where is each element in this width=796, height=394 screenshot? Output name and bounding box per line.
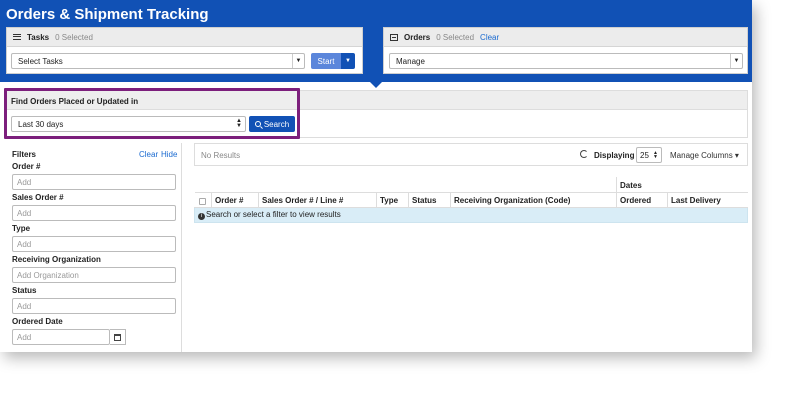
chevron-updown-icon: ▲ ▼: [653, 150, 658, 160]
orders-panel: Orders 0 Selected Clear Manage ▼: [383, 27, 748, 74]
displaying-label: Displaying: [594, 151, 635, 160]
chevron-down-icon: ▼: [292, 54, 304, 68]
empty-results-message: Search or select a filter to view result…: [206, 209, 341, 219]
filter-label-sales-order: Sales Order #: [12, 193, 64, 202]
receiving-organization-field[interactable]: Add Organization: [12, 267, 176, 283]
filters-hide-link[interactable]: Hide: [161, 150, 177, 159]
filter-label-status: Status: [12, 286, 37, 295]
dates-group-header: Dates: [616, 177, 748, 193]
app-window: Orders & Shipment Tracking Tasks 0 Selec…: [0, 0, 752, 352]
start-dropdown-button[interactable]: ▼: [341, 53, 355, 69]
column-header[interactable]: Receiving Organization (Code): [450, 192, 617, 208]
results-toolbar: No Results Displaying 25 ▲ ▼ Manage Colum…: [194, 143, 748, 166]
column-header[interactable]: Type: [376, 192, 409, 208]
manage-columns-button[interactable]: Manage Columns ▾: [670, 151, 739, 160]
panel-pointer: [370, 82, 382, 88]
filter-label-ordered-date: Ordered Date: [12, 317, 63, 326]
list-icon: [390, 33, 398, 41]
table-header-row: Order # Sales Order # / Line # Type Stat…: [194, 192, 748, 208]
column-header[interactable]: Ordered: [616, 192, 668, 208]
ordered-date-field[interactable]: Add: [12, 329, 110, 345]
start-button[interactable]: Start: [311, 53, 341, 69]
column-header[interactable]: Order #: [211, 192, 259, 208]
menu-icon: [13, 34, 21, 40]
sales-order-field[interactable]: Add: [12, 205, 176, 221]
results-status: No Results: [201, 151, 241, 160]
tasks-title: Tasks: [27, 32, 50, 42]
calendar-icon: [114, 333, 121, 341]
select-all-checkbox[interactable]: [199, 197, 207, 205]
status-field[interactable]: Add: [12, 298, 176, 314]
column-header[interactable]: Sales Order # / Line #: [258, 192, 377, 208]
results-table: Dates Order # Sales Order # / Line # Typ…: [194, 177, 748, 223]
highlight-box: [4, 88, 300, 139]
orders-title: Orders: [404, 32, 431, 42]
empty-results-row: i Search or select a filter to view resul…: [194, 206, 748, 223]
filters-panel: Filters Clear Hide Order # Add Sales Ord…: [6, 143, 182, 352]
tasks-select[interactable]: Select Tasks ▼: [11, 53, 305, 69]
order-number-field[interactable]: Add: [12, 174, 176, 190]
filters-clear-link[interactable]: Clear: [139, 150, 158, 159]
calendar-button[interactable]: [110, 329, 126, 345]
filter-label-receiving-org: Receiving Organization: [12, 255, 101, 264]
orders-selected-count: 0 Selected: [436, 32, 475, 42]
filters-title: Filters: [12, 150, 37, 159]
tasks-panel: Tasks 0 Selected Select Tasks ▼ Start ▼: [6, 27, 363, 74]
refresh-icon[interactable]: [580, 150, 588, 158]
tasks-selected-count: 0 Selected: [55, 32, 93, 42]
column-header[interactable]: Status: [408, 192, 451, 208]
chevron-down-icon: ▼: [730, 54, 742, 68]
column-header[interactable]: Last Delivery: [667, 192, 748, 208]
page-title: Orders & Shipment Tracking: [6, 6, 209, 23]
orders-clear-link[interactable]: Clear: [480, 33, 499, 42]
page-size-select[interactable]: 25 ▲ ▼: [636, 147, 662, 163]
orders-manage-select[interactable]: Manage ▼: [389, 53, 743, 69]
filter-label-order: Order #: [12, 162, 41, 171]
type-field[interactable]: Add: [12, 236, 176, 252]
filter-label-type: Type: [12, 224, 31, 233]
info-icon: i: [198, 212, 205, 220]
